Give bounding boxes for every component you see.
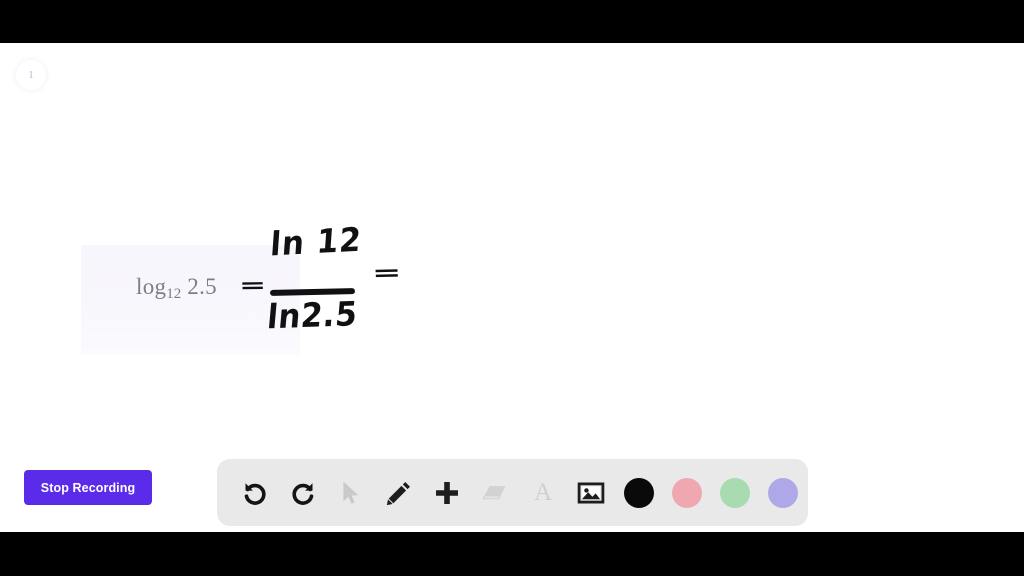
screen-root: 1 log12 2.5 = ln 12 ln2.5 = Stop Recordin…	[0, 0, 1024, 576]
plus-icon[interactable]	[423, 469, 471, 517]
printed-equation: log12 2.5	[136, 274, 217, 303]
letterbox-bottom	[0, 532, 1024, 576]
handwritten-equals-first: =	[238, 273, 266, 298]
log-argument: 2.5	[187, 274, 217, 299]
image-icon[interactable]	[567, 469, 615, 517]
text-icon-glyph: A	[533, 479, 553, 506]
handwritten-numerator: ln 12	[269, 220, 364, 264]
color-swatch-black[interactable]	[615, 469, 663, 517]
undo-icon[interactable]	[231, 469, 279, 517]
color-swatch-green-dot	[720, 477, 750, 508]
pencil-icon[interactable]	[375, 469, 423, 517]
color-swatch-pink-dot	[672, 477, 702, 508]
handwritten-denominator: ln2.5	[265, 294, 360, 338]
equation-group: log12 2.5 = ln 12 ln2.5 =	[81, 202, 421, 357]
log-base: 12	[166, 286, 182, 302]
color-swatch-green[interactable]	[711, 469, 759, 517]
redo-icon[interactable]	[279, 469, 327, 517]
color-swatch-black-dot	[624, 477, 654, 508]
log-label: log	[136, 274, 167, 299]
color-swatch-pink[interactable]	[663, 469, 711, 517]
drawing-toolbar: A	[217, 459, 808, 526]
color-swatch-purple[interactable]	[759, 469, 807, 517]
whiteboard-canvas[interactable]: 1 log12 2.5 = ln 12 ln2.5 = Stop Recordin…	[0, 43, 1024, 532]
cursor-icon[interactable]	[327, 469, 375, 517]
letterbox-top	[0, 0, 1024, 43]
color-swatch-purple-dot	[768, 477, 798, 508]
stop-recording-button[interactable]: Stop Recording	[24, 470, 152, 505]
eraser-icon[interactable]	[471, 469, 519, 517]
handwritten-equals-second: =	[371, 260, 401, 286]
page-number-label: 1	[28, 69, 34, 81]
text-icon[interactable]: A	[519, 469, 567, 517]
page-number-badge: 1	[16, 60, 46, 90]
